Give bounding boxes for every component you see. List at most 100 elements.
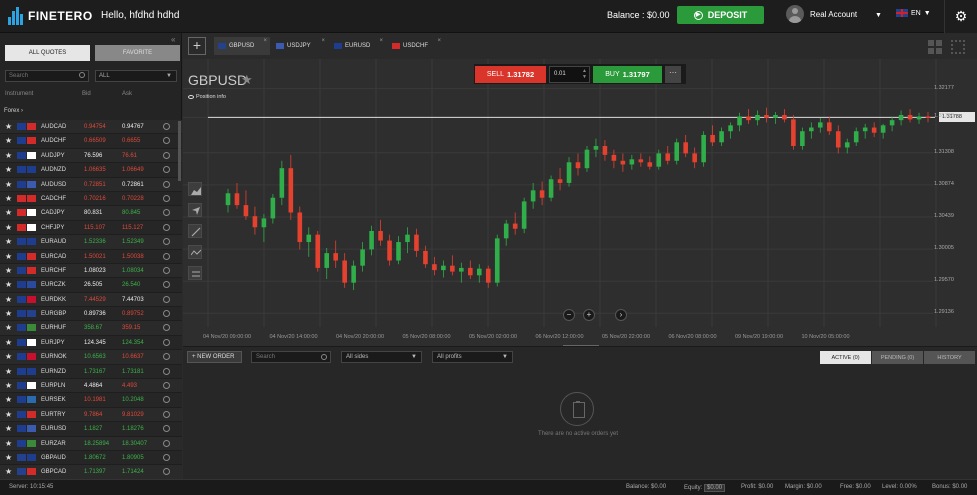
orders-search-input[interactable]: Search bbox=[251, 351, 331, 363]
instrument-search-input[interactable]: Search bbox=[5, 70, 89, 82]
quote-row[interactable]: ★ CADCHF 0.70216 0.70228 bbox=[0, 191, 182, 207]
stepper-icon[interactable]: ▲ ▼ bbox=[582, 68, 587, 80]
star-icon[interactable]: ★ bbox=[5, 467, 12, 476]
star-icon[interactable]: ★ bbox=[5, 252, 12, 261]
quote-row[interactable]: ★ AUDUSD 0.72851 0.72861 bbox=[0, 177, 182, 192]
tab-all-quotes[interactable]: ALL QUOTES bbox=[5, 45, 90, 61]
info-circle-icon[interactable] bbox=[163, 223, 170, 231]
tab-gbpusd[interactable]: GBPUSD × bbox=[214, 37, 270, 55]
trendline-tool[interactable] bbox=[188, 224, 202, 238]
settings-button[interactable]: ⚙ bbox=[944, 0, 977, 33]
layout-grid-icon[interactable] bbox=[928, 40, 942, 54]
star-icon[interactable]: ★ bbox=[5, 323, 12, 332]
info-circle-icon[interactable] bbox=[163, 310, 170, 318]
tab-history[interactable]: HISTORY bbox=[924, 351, 975, 364]
zoom-in-button[interactable]: + bbox=[583, 309, 595, 321]
logo[interactable]: FINETERO bbox=[8, 7, 93, 25]
quote-row[interactable]: ★ EURGBP 0.89736 0.89752 bbox=[0, 307, 182, 322]
info-circle-icon[interactable] bbox=[163, 382, 170, 390]
fullscreen-icon[interactable] bbox=[951, 40, 965, 54]
quote-row[interactable]: ★ CHFJPY 115.107 115.127 bbox=[0, 220, 182, 236]
tab-favorite[interactable]: FAVORITE bbox=[95, 45, 180, 61]
account-menu[interactable]: Real Account bbox=[786, 5, 857, 23]
quote-row[interactable]: ★ AUDCAD 0.94754 0.94767 bbox=[0, 120, 182, 135]
quote-row[interactable]: ★ CADJPY 80.831 80.845 bbox=[0, 206, 182, 221]
sidebar-scrollbar[interactable] bbox=[178, 121, 181, 181]
info-circle-icon[interactable] bbox=[163, 194, 170, 202]
quote-row[interactable]: ★ EURCHF 1.08023 1.08034 bbox=[0, 263, 182, 279]
quote-row[interactable]: ★ AUDJPY 76.596 76.61 bbox=[0, 148, 182, 164]
scroll-right-button[interactable]: › bbox=[615, 309, 627, 321]
info-circle-icon[interactable] bbox=[163, 238, 170, 246]
info-circle-icon[interactable] bbox=[163, 410, 170, 418]
add-chart-button[interactable]: + bbox=[188, 37, 206, 55]
info-circle-icon[interactable] bbox=[163, 367, 170, 375]
info-circle-icon[interactable] bbox=[163, 209, 170, 217]
price-chart[interactable]: GBPUSD ★ Position info SELL 1.31782 0.01… bbox=[183, 59, 977, 348]
star-icon[interactable]: ★ bbox=[5, 367, 12, 376]
zoom-out-button[interactable]: − bbox=[563, 309, 575, 321]
star-icon[interactable]: ★ bbox=[5, 352, 12, 361]
star-icon[interactable]: ★ bbox=[5, 136, 12, 145]
star-icon[interactable]: ★ bbox=[5, 381, 12, 390]
tab-active-orders[interactable]: ACTIVE (0) bbox=[820, 351, 871, 364]
quote-row[interactable]: ★ EURTRY 9.7864 9.81029 bbox=[0, 407, 182, 423]
star-icon[interactable]: ★ bbox=[5, 151, 12, 160]
info-circle-icon[interactable] bbox=[163, 295, 170, 303]
lot-size-input[interactable]: 0.01 ▲ ▼ bbox=[549, 65, 590, 83]
star-icon[interactable]: ★ bbox=[5, 338, 12, 347]
column-header-ask[interactable]: Ask bbox=[122, 91, 132, 97]
star-icon[interactable]: ★ bbox=[5, 180, 12, 189]
tab-pending-orders[interactable]: PENDING (0) bbox=[872, 351, 923, 364]
close-icon[interactable]: × bbox=[437, 38, 441, 44]
star-icon[interactable]: ★ bbox=[5, 266, 12, 275]
quote-row[interactable]: ★ EURUSD 1.1827 1.18276 bbox=[0, 422, 182, 437]
info-circle-icon[interactable] bbox=[163, 453, 170, 461]
quote-row[interactable]: ★ EURDKK 7.44529 7.44703 bbox=[0, 292, 182, 308]
language-selector[interactable]: EN ▼ bbox=[896, 9, 931, 17]
star-icon[interactable]: ★ bbox=[5, 309, 12, 318]
quote-row[interactable]: ★ EURAUD 1.52336 1.52349 bbox=[0, 235, 182, 250]
star-icon[interactable]: ★ bbox=[5, 223, 12, 232]
quote-row[interactable]: ★ EURPLN 4.4864 4.493 bbox=[0, 379, 182, 394]
favorite-star-icon[interactable]: ★ bbox=[241, 72, 253, 88]
indicator-tool[interactable] bbox=[188, 245, 202, 259]
star-icon[interactable]: ★ bbox=[5, 453, 12, 462]
buy-button[interactable]: BUY 1.31797 bbox=[593, 65, 662, 83]
quote-row[interactable]: ★ EURSEK 10.1981 10.2048 bbox=[0, 393, 182, 408]
star-icon[interactable]: ★ bbox=[5, 122, 12, 131]
info-circle-icon[interactable] bbox=[163, 123, 170, 130]
info-circle-icon[interactable] bbox=[163, 281, 170, 289]
sell-button[interactable]: SELL 1.31782 bbox=[475, 65, 546, 83]
quote-row[interactable]: ★ GBPAUD 1.80672 1.80905 bbox=[0, 450, 182, 466]
collapse-sidebar-icon[interactable]: « bbox=[171, 35, 175, 44]
info-circle-icon[interactable] bbox=[163, 425, 170, 433]
close-icon[interactable]: × bbox=[263, 38, 267, 44]
star-icon[interactable]: ★ bbox=[5, 237, 12, 246]
star-icon[interactable]: ★ bbox=[5, 194, 12, 203]
cursor-tool[interactable] bbox=[188, 203, 202, 217]
star-icon[interactable]: ★ bbox=[5, 424, 12, 433]
info-circle-icon[interactable] bbox=[163, 468, 170, 476]
star-icon[interactable]: ★ bbox=[5, 295, 12, 304]
tab-usdchf[interactable]: USDCHF × bbox=[388, 37, 444, 55]
column-header-instrument[interactable]: Instrument bbox=[5, 91, 33, 97]
quote-row[interactable]: ★ EURZAR 18.25894 18.30407 bbox=[0, 436, 182, 451]
candlestick-chart[interactable] bbox=[183, 59, 977, 346]
new-order-button[interactable]: + NEW ORDER bbox=[187, 351, 242, 363]
info-circle-icon[interactable] bbox=[163, 166, 170, 174]
quote-row[interactable]: ★ EURNZD 1.73167 1.73181 bbox=[0, 364, 182, 380]
column-header-bid[interactable]: Bid bbox=[82, 91, 91, 97]
close-icon[interactable]: × bbox=[321, 38, 325, 44]
info-circle-icon[interactable] bbox=[163, 353, 170, 361]
info-circle-icon[interactable] bbox=[163, 439, 170, 447]
deposit-button[interactable]: ▶ DEPOSIT bbox=[677, 6, 764, 24]
info-circle-icon[interactable] bbox=[163, 324, 170, 332]
info-circle-icon[interactable] bbox=[163, 266, 170, 274]
star-icon[interactable]: ★ bbox=[5, 280, 12, 289]
area-chart-tool[interactable] bbox=[188, 182, 202, 196]
tab-eurusd[interactable]: EURUSD × bbox=[330, 37, 386, 55]
quote-row[interactable]: ★ GBPCAD 1.71397 1.71424 bbox=[0, 465, 182, 480]
star-icon[interactable]: ★ bbox=[5, 439, 12, 448]
star-icon[interactable]: ★ bbox=[5, 208, 12, 217]
